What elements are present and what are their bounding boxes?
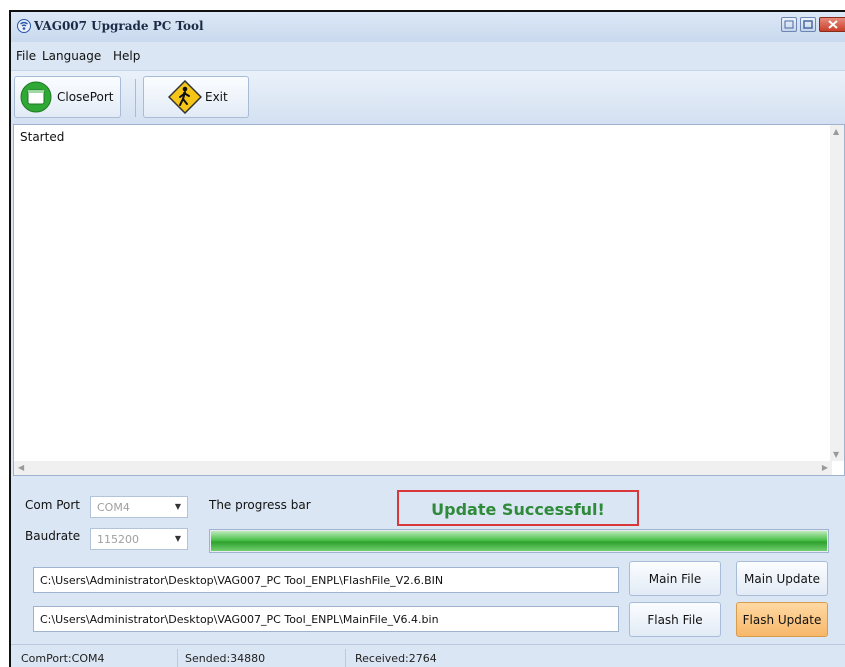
pedestrian-warning-icon (168, 80, 202, 114)
scroll-left-icon[interactable]: ◀ (18, 463, 24, 472)
com-port-label: Com Port (25, 498, 81, 512)
close-icon (828, 20, 838, 29)
menu-help[interactable]: Help (113, 49, 140, 63)
main-file-path-field[interactable]: C:\Users\Administrator\Desktop\VAG007_PC… (33, 606, 619, 632)
log-text: Started (20, 130, 65, 144)
com-port-select[interactable]: COM4 ▼ (90, 496, 188, 518)
exit-button[interactable]: Exit (143, 76, 249, 118)
main-file-button[interactable]: Main File (629, 561, 721, 596)
scroll-up-icon[interactable]: ▲ (833, 127, 839, 136)
menu-bar: File Language Help (11, 42, 845, 70)
horizontal-scrollbar[interactable]: ◀ ▶ (14, 461, 832, 475)
scroll-right-icon[interactable]: ▶ (822, 463, 828, 472)
flash-file-path-field[interactable]: C:\Users\Administrator\Desktop\VAG007_PC… (33, 567, 619, 593)
menu-language[interactable]: Language (42, 49, 101, 63)
status-divider (345, 649, 346, 667)
progress-bar (209, 529, 829, 553)
flash-file-button[interactable]: Flash File (629, 602, 721, 637)
flash-file-label: Flash File (647, 613, 703, 627)
flash-update-button[interactable]: Flash Update (736, 602, 828, 637)
maximize-button[interactable] (800, 17, 816, 32)
close-window-button[interactable] (819, 17, 845, 32)
vertical-scrollbar[interactable]: ▲ ▼ (830, 125, 844, 461)
close-port-button[interactable]: ClosePort (14, 76, 121, 118)
minimize-icon (784, 20, 794, 29)
maximize-icon (803, 20, 813, 29)
status-sended: Sended:34880 (185, 652, 266, 665)
window-icon (20, 81, 52, 113)
main-file-label: Main File (648, 572, 702, 586)
progress-bar-fill (211, 531, 827, 551)
status-comport: ComPort:COM4 (21, 652, 105, 665)
baudrate-value: 115200 (97, 533, 139, 546)
log-output[interactable]: Started ▲ ▼ ◀ ▶ (13, 124, 845, 476)
progress-label: The progress bar (209, 498, 311, 512)
chevron-down-icon: ▼ (174, 534, 181, 543)
window-title: VAG007 Upgrade PC Tool (34, 19, 204, 33)
baudrate-label: Baudrate (25, 529, 81, 543)
title-bar: VAG007 Upgrade PC Tool (11, 12, 845, 42)
status-bar: ComPort:COM4 Sended:34880 Received:2764 (11, 644, 845, 667)
minimize-button[interactable] (781, 17, 797, 32)
chevron-down-icon: ▼ (174, 502, 181, 511)
baudrate-select[interactable]: 115200 ▼ (90, 528, 188, 550)
main-update-button[interactable]: Main Update (736, 561, 828, 596)
status-message-box: Update Successful! (397, 490, 639, 526)
status-received: Received:2764 (355, 652, 437, 665)
toolbar: ClosePort Exit (11, 70, 845, 125)
com-port-value: COM4 (97, 501, 130, 514)
exit-label: Exit (205, 90, 228, 104)
close-port-label: ClosePort (57, 90, 114, 104)
update-status-message: Update Successful! (431, 500, 605, 519)
status-divider (177, 649, 178, 667)
signal-icon (17, 19, 31, 33)
scroll-down-icon[interactable]: ▼ (833, 450, 839, 459)
flash-file-path: C:\Users\Administrator\Desktop\VAG007_PC… (40, 574, 444, 587)
toolbar-divider (135, 79, 136, 117)
main-file-path: C:\Users\Administrator\Desktop\VAG007_PC… (40, 613, 439, 626)
flash-update-label: Flash Update (742, 613, 822, 627)
app-window: VAG007 Upgrade PC Tool File Language Hel… (9, 10, 845, 667)
main-update-label: Main Update (744, 572, 820, 586)
menu-file[interactable]: File (16, 49, 36, 63)
